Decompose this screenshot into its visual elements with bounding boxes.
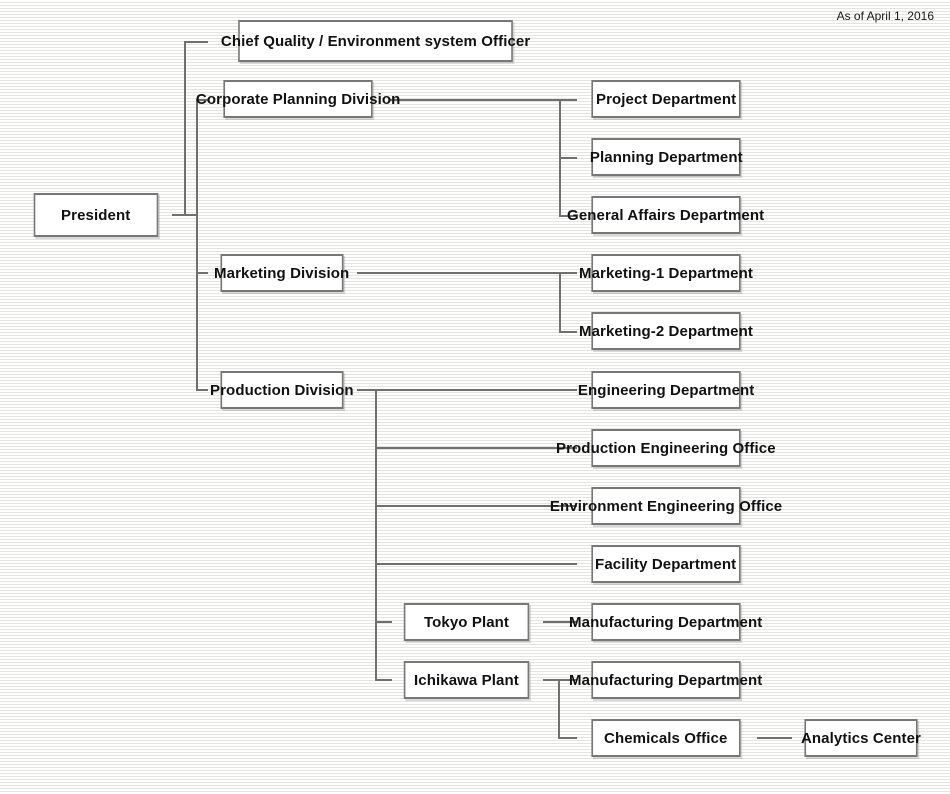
node-marketing-2-department[interactable]: Marketing-2 Department bbox=[579, 312, 753, 350]
node-chemicals-office-label: Chemicals Office bbox=[604, 729, 728, 747]
connector-marketing-1-stub bbox=[559, 272, 577, 274]
node-production-engineering-office-label: Production Engineering Office bbox=[556, 439, 776, 457]
as-of-date-label: As of April 1, 2016 bbox=[836, 9, 934, 23]
node-marketing-division-label: Marketing Division bbox=[214, 264, 350, 282]
node-production-division-label: Production Division bbox=[210, 381, 354, 399]
node-corporate-planning-division[interactable]: Corporate Planning Division bbox=[196, 80, 400, 118]
node-ichikawa-plant-label: Ichikawa Plant bbox=[414, 671, 519, 689]
node-chief-quality-officer[interactable]: Chief Quality / Environment system Offic… bbox=[221, 20, 530, 62]
node-project-department[interactable]: Project Department bbox=[591, 80, 741, 118]
node-production-engineering-office[interactable]: Production Engineering Office bbox=[556, 429, 776, 467]
node-environment-engineering-office-label: Environment Engineering Office bbox=[549, 497, 783, 515]
node-facility-department-label: Facility Department bbox=[595, 555, 737, 573]
node-tokyo-manufacturing-department[interactable]: Manufacturing Department bbox=[569, 603, 763, 641]
node-tokyo-plant-label: Tokyo Plant bbox=[423, 613, 510, 631]
node-corporate-planning-division-label: Corporate Planning Division bbox=[195, 90, 401, 108]
connector-chemicals-office-stub bbox=[558, 737, 577, 739]
node-project-department-label: Project Department bbox=[595, 90, 737, 108]
node-marketing-1-department[interactable]: Marketing-1 Department bbox=[579, 254, 753, 292]
node-general-affairs-department-label: General Affairs Department bbox=[567, 206, 765, 224]
node-marketing-1-department-label: Marketing-1 Department bbox=[579, 264, 753, 282]
node-production-division[interactable]: Production Division bbox=[210, 371, 354, 409]
node-marketing-division[interactable]: Marketing Division bbox=[214, 254, 350, 292]
node-facility-department[interactable]: Facility Department bbox=[591, 545, 741, 583]
node-ichikawa-manufacturing-department[interactable]: Manufacturing Department bbox=[569, 661, 763, 699]
node-ichikawa-manufacturing-department-label: Manufacturing Department bbox=[569, 671, 763, 689]
connector-president-to-cqo-vertical bbox=[184, 41, 186, 215]
node-marketing-2-department-label: Marketing-2 Department bbox=[579, 322, 753, 340]
node-planning-department[interactable]: Planning Department bbox=[589, 138, 743, 176]
node-tokyo-manufacturing-department-label: Manufacturing Department bbox=[569, 613, 763, 631]
node-president-label: President bbox=[61, 206, 131, 224]
node-tokyo-plant[interactable]: Tokyo Plant bbox=[403, 603, 530, 641]
connector-marketing-2-stub bbox=[559, 331, 577, 333]
connector-marketing-division-to-bus bbox=[357, 272, 561, 274]
connector-marketing-division-stub bbox=[196, 272, 208, 274]
connector-ichikawa-bus-vertical bbox=[558, 679, 560, 739]
node-analytics-center-label: Analytics Center bbox=[800, 729, 922, 747]
connector-president-trunk-vertical bbox=[196, 99, 198, 391]
connector-production-bus-vertical bbox=[375, 389, 377, 681]
node-chief-quality-officer-label: Chief Quality / Environment system Offic… bbox=[220, 32, 531, 50]
connector-corporate-planning-to-bus bbox=[389, 99, 561, 101]
node-analytics-center[interactable]: Analytics Center bbox=[801, 719, 921, 757]
connector-environment-engineering-office-stub bbox=[375, 505, 577, 507]
node-engineering-department[interactable]: Engineering Department bbox=[578, 371, 754, 409]
node-planning-department-label: Planning Department bbox=[589, 148, 743, 166]
connector-production-division-stub bbox=[196, 389, 208, 391]
connector-production-division-to-engineering bbox=[357, 389, 577, 391]
connector-cqo-stub bbox=[184, 41, 208, 43]
connector-production-engineering-office-stub bbox=[375, 447, 577, 449]
node-general-affairs-department[interactable]: General Affairs Department bbox=[567, 196, 765, 234]
node-ichikawa-plant[interactable]: Ichikawa Plant bbox=[403, 661, 530, 699]
node-president[interactable]: President bbox=[33, 193, 159, 237]
connector-marketing-bus-vertical bbox=[559, 272, 561, 332]
connector-project-department-stub bbox=[559, 99, 577, 101]
connector-chemicals-office-to-analytics-center bbox=[757, 737, 792, 739]
node-engineering-department-label: Engineering Department bbox=[577, 381, 755, 399]
connector-facility-department-stub bbox=[375, 563, 577, 565]
connector-ichikawa-plant-stub bbox=[375, 679, 392, 681]
node-chemicals-office[interactable]: Chemicals Office bbox=[591, 719, 741, 757]
connector-tokyo-plant-stub bbox=[375, 621, 392, 623]
org-chart-canvas: As of April 1, 2016 President Chief Qual… bbox=[0, 0, 950, 794]
connector-planning-department-stub bbox=[559, 157, 577, 159]
node-environment-engineering-office[interactable]: Environment Engineering Office bbox=[550, 487, 782, 525]
